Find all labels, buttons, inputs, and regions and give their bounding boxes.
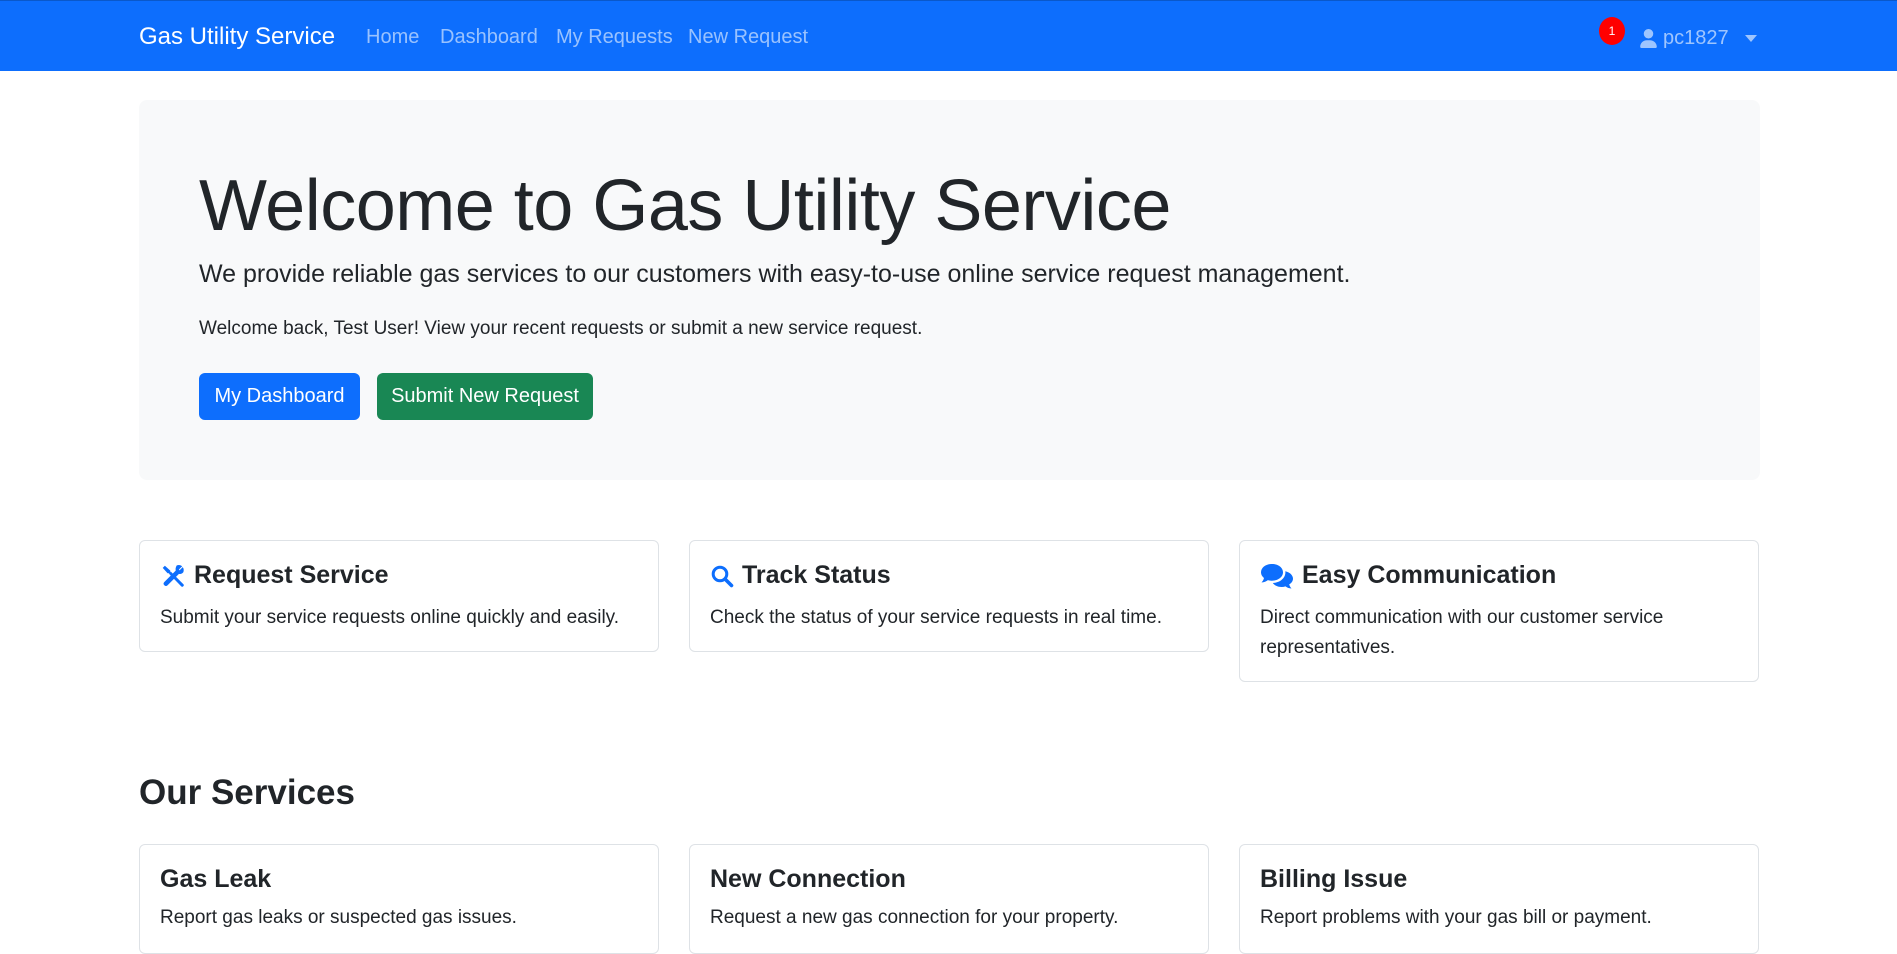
service-title: Gas Leak [160, 865, 272, 893]
top-navbar: Gas Utility Service Home Dashboard My Re… [0, 0, 1897, 71]
chevron-down-icon [1744, 34, 1757, 42]
my-dashboard-button[interactable]: My Dashboard [199, 373, 360, 420]
nav-link-my-requests[interactable]: My Requests [556, 26, 673, 49]
feature-card-easy-communication: Easy Communication Direct communication … [1239, 540, 1759, 682]
user-dropdown-toggle[interactable]: pc1827 [1640, 23, 1757, 53]
nav-link-dashboard[interactable]: Dashboard [440, 26, 538, 49]
search-icon [710, 564, 734, 588]
hero-title: Welcome to Gas Utility Service [199, 166, 1171, 246]
hero-welcome-text: Welcome back, Test User! View your recen… [199, 318, 923, 339]
notification-badge[interactable]: 1 [1599, 17, 1625, 45]
our-services-heading: Our Services [139, 773, 355, 812]
service-description: Request a new gas connection for your pr… [710, 907, 1119, 928]
feature-text: Submit your service requests online quic… [160, 607, 620, 628]
brand-link[interactable]: Gas Utility Service [139, 23, 335, 51]
feature-text: Check the status of your service request… [710, 607, 1162, 628]
feature-card-track-status: Track Status Check the status of your se… [689, 540, 1209, 652]
feature-title: Track Status [742, 561, 891, 589]
username-label: pc1827 [1663, 26, 1729, 49]
nav-link-new-request[interactable]: New Request [688, 26, 808, 49]
tools-icon [160, 563, 186, 589]
service-card-billing-issue: Billing Issue Report problems with your … [1239, 844, 1759, 954]
feature-title: Request Service [194, 561, 389, 589]
service-description: Report problems with your gas bill or pa… [1260, 907, 1652, 928]
service-card-gas-leak: Gas Leak Report gas leaks or suspected g… [139, 844, 659, 954]
user-icon [1640, 28, 1657, 48]
feature-title: Easy Communication [1302, 561, 1557, 589]
submit-new-request-button[interactable]: Submit New Request [377, 373, 593, 420]
hero-lead: We provide reliable gas services to our … [199, 260, 1351, 288]
feature-card-request-service: Request Service Submit your service requ… [139, 540, 659, 652]
service-description: Report gas leaks or suspected gas issues… [160, 907, 517, 928]
feature-text: Direct communication with our customer s… [1260, 607, 1664, 658]
service-title: Billing Issue [1260, 865, 1408, 893]
nav-link-home[interactable]: Home [366, 26, 419, 49]
comments-icon [1260, 563, 1294, 589]
service-card-new-connection: New Connection Request a new gas connect… [689, 844, 1209, 954]
service-title: New Connection [710, 865, 906, 893]
hero-section: Welcome to Gas Utility Service We provid… [139, 100, 1760, 480]
